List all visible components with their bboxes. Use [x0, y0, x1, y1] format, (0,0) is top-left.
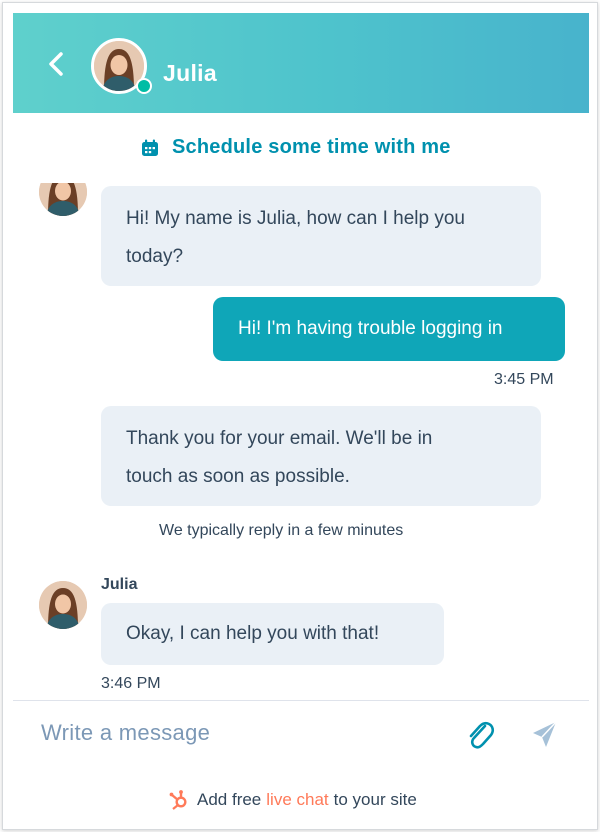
schedule-meeting-link[interactable]: Schedule some time with me — [140, 136, 451, 159]
message-input[interactable]: Write a message — [41, 720, 210, 746]
back-arrow-icon[interactable] — [43, 49, 71, 79]
message-sender-name: Julia — [101, 576, 138, 593]
message-timestamp: 3:45 PM — [494, 371, 554, 388]
branding-suffix: to your site — [333, 790, 417, 809]
hubspot-branding-link[interactable]: Add free live chat to your site — [168, 789, 417, 811]
calendar-icon — [142, 139, 158, 156]
chat-header: Julia — [13, 13, 589, 113]
branding-live-chat: live chat — [266, 790, 329, 809]
message-text: Hi! I'm having trouble logging in — [238, 318, 503, 339]
reply-time-notice: We typically reply in a few minutes — [159, 522, 404, 539]
hubspot-sprocket-icon — [169, 790, 187, 810]
message-text: touch as soon as possible. — [126, 466, 350, 487]
paperclip-icon[interactable] — [465, 719, 495, 753]
message-bubble-outgoing: Hi! I'm having trouble logging in — [213, 297, 565, 361]
branding-prefix: Add free — [197, 790, 262, 809]
message-text: Hi! My name is Julia, how can I help you — [126, 208, 465, 229]
send-icon[interactable] — [530, 719, 560, 751]
message-bubble-incoming: Thank you for your email. We'll be in to… — [101, 406, 541, 506]
message-text: Okay, I can help you with that! — [126, 623, 380, 644]
message-text: today? — [126, 246, 184, 267]
message-timestamp: 3:46 PM — [101, 675, 161, 692]
message-text: Thank you for your email. We'll be in — [126, 428, 433, 449]
composer-divider — [13, 700, 589, 701]
message-bubble-incoming: Okay, I can help you with that! — [101, 603, 444, 665]
chat-widget: Julia Schedule some time with me Hi! My … — [2, 2, 598, 830]
online-status-dot — [136, 78, 152, 94]
schedule-label: Schedule some time with me — [172, 136, 451, 158]
agent-avatar-small — [39, 581, 87, 629]
message-bubble-incoming: Hi! My name is Julia, how can I help you… — [101, 186, 541, 286]
agent-name: Julia — [163, 60, 217, 86]
scroll-mask — [33, 153, 93, 183]
